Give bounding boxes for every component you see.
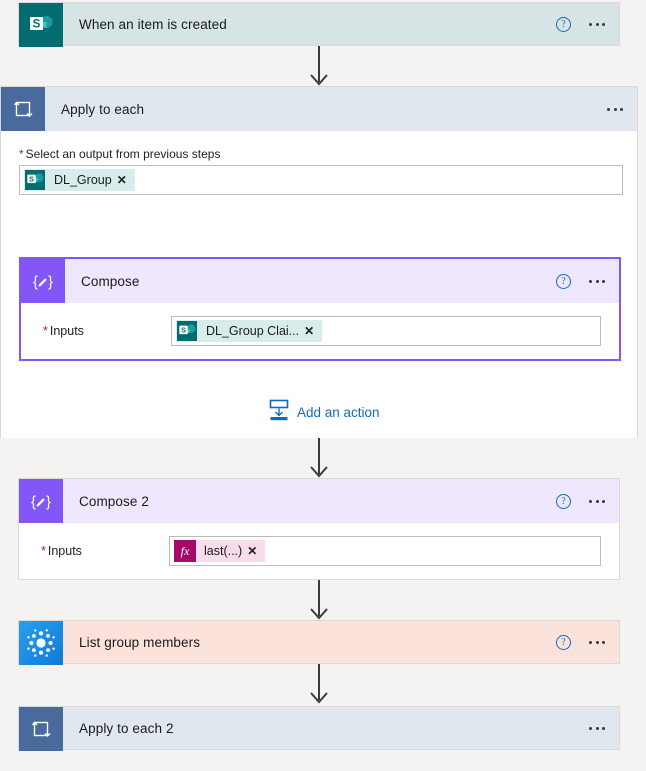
apply-to-each-actions bbox=[607, 87, 637, 131]
more-menu-icon[interactable] bbox=[589, 276, 605, 287]
more-menu-icon[interactable] bbox=[589, 723, 605, 734]
more-menu-icon[interactable] bbox=[607, 104, 623, 115]
flow-canvas: S When an item is created ? Apply to eac bbox=[0, 0, 646, 771]
insert-below-glyph bbox=[269, 399, 289, 421]
add-action-icon bbox=[269, 399, 289, 426]
required-marker: * bbox=[43, 324, 48, 338]
token-remove-icon[interactable]: ✕ bbox=[117, 173, 135, 187]
help-icon[interactable]: ? bbox=[556, 493, 571, 509]
add-action-label: Add an action bbox=[297, 405, 380, 420]
trigger-title: When an item is created bbox=[79, 16, 227, 32]
select-output-label: * Select an output from previous steps bbox=[19, 147, 623, 165]
compose-2-body: * Inputs fx last(...) ✕ bbox=[19, 523, 619, 579]
compose-2-inputs-label: * Inputs bbox=[19, 544, 169, 558]
more-menu-icon[interactable] bbox=[589, 19, 605, 30]
svg-text:}: } bbox=[46, 494, 51, 511]
svg-text:{: { bbox=[31, 494, 36, 511]
loop-glyph bbox=[13, 101, 33, 117]
list-group-members-title: List group members bbox=[79, 634, 201, 650]
trigger-actions: ? bbox=[556, 3, 619, 45]
token-dl-group-claims[interactable]: S DL_Group Clai... ✕ bbox=[176, 320, 323, 342]
required-marker: * bbox=[41, 544, 46, 558]
apply-to-each-2-title: Apply to each 2 bbox=[79, 720, 174, 736]
help-icon[interactable]: ? bbox=[556, 634, 571, 650]
apply-to-each-container[interactable]: Apply to each * Select an output from pre… bbox=[0, 86, 638, 438]
token-remove-icon[interactable]: ✕ bbox=[304, 324, 322, 338]
compose-inputs-label-text: Inputs bbox=[49, 324, 84, 338]
select-output-label-text: Select an output from previous steps bbox=[25, 147, 221, 161]
compose-inputs-label: * Inputs bbox=[21, 324, 171, 338]
token-last-expression[interactable]: fx last(...) ✕ bbox=[174, 540, 266, 562]
compose-icon: { } bbox=[21, 259, 65, 303]
compose-2-actions: ? bbox=[556, 479, 619, 523]
compose-2-inputs-label-text: Inputs bbox=[47, 544, 82, 558]
compose-2-header[interactable]: { } Compose 2 ? bbox=[19, 479, 619, 523]
connector-arrow-3 bbox=[303, 580, 335, 622]
token-remove-icon[interactable]: ✕ bbox=[247, 544, 265, 558]
compose-body: * Inputs S DL_Group Clai... ✕ bbox=[21, 303, 619, 359]
compose-icon: { } bbox=[19, 479, 63, 523]
add-an-action-button[interactable]: Add an action bbox=[269, 399, 380, 426]
compose-actions: ? bbox=[556, 259, 619, 303]
select-output-field: *Select an output from previous steps S bbox=[19, 147, 623, 195]
svg-text:S: S bbox=[29, 175, 34, 184]
svg-text:{: { bbox=[33, 274, 38, 291]
sharepoint-icon: S bbox=[176, 320, 198, 342]
svg-text:S: S bbox=[181, 326, 186, 335]
list-group-members-actions: ? bbox=[556, 621, 619, 663]
compose-2-title: Compose 2 bbox=[79, 493, 149, 509]
required-marker: * bbox=[19, 147, 24, 161]
token-label: DL_Group bbox=[54, 173, 112, 187]
sharepoint-icon: S bbox=[24, 169, 46, 191]
connector-arrow-1 bbox=[303, 46, 335, 88]
connector-arrow-2 bbox=[303, 438, 335, 480]
apply-to-each-2-actions bbox=[589, 707, 619, 749]
more-menu-icon[interactable] bbox=[589, 637, 605, 648]
loop-icon bbox=[1, 87, 45, 131]
token-label: last(...) bbox=[204, 544, 243, 558]
azure-ad-glyph bbox=[19, 621, 63, 665]
token-dl-group[interactable]: S DL_Group ✕ bbox=[24, 169, 135, 191]
fx-icon: fx bbox=[174, 540, 196, 562]
compose-glyph: { } bbox=[31, 494, 51, 511]
compose-glyph: { } bbox=[33, 274, 53, 291]
compose-card[interactable]: { } Compose ? * Inputs S DL_Group Clai..… bbox=[19, 257, 621, 361]
token-label: DL_Group Clai... bbox=[206, 324, 300, 338]
compose-2-card[interactable]: { } Compose 2 ? * Inputs fx last(...) ✕ bbox=[18, 478, 620, 580]
list-group-members-card[interactable]: List group members ? bbox=[18, 620, 620, 665]
svg-text:S: S bbox=[33, 18, 41, 30]
apply-to-each-2-card[interactable]: Apply to each 2 bbox=[18, 706, 620, 751]
more-menu-icon[interactable] bbox=[589, 496, 605, 507]
trigger-card-when-an-item-is-created[interactable]: S When an item is created ? bbox=[18, 2, 620, 47]
connector-arrow-4 bbox=[303, 664, 335, 706]
apply-to-each-title: Apply to each bbox=[61, 101, 145, 117]
help-icon[interactable]: ? bbox=[556, 16, 571, 32]
svg-text:}: } bbox=[48, 274, 53, 291]
sharepoint-icon: S bbox=[19, 3, 63, 47]
apply-to-each-body: *Select an output from previous steps S bbox=[1, 131, 637, 438]
loop-glyph bbox=[31, 721, 51, 737]
compose-2-inputs-input[interactable]: fx last(...) ✕ bbox=[169, 536, 601, 566]
loop-icon bbox=[19, 707, 63, 751]
azure-ad-icon bbox=[19, 621, 63, 665]
select-output-input[interactable]: S DL_Group ✕ bbox=[19, 165, 623, 195]
sharepoint-glyph: S bbox=[30, 16, 53, 30]
compose-header[interactable]: { } Compose ? bbox=[21, 259, 619, 303]
apply-to-each-header[interactable]: Apply to each bbox=[1, 87, 637, 131]
compose-title: Compose bbox=[81, 273, 140, 289]
help-icon[interactable]: ? bbox=[556, 273, 571, 289]
compose-inputs-input[interactable]: S DL_Group Clai... ✕ bbox=[171, 316, 601, 346]
